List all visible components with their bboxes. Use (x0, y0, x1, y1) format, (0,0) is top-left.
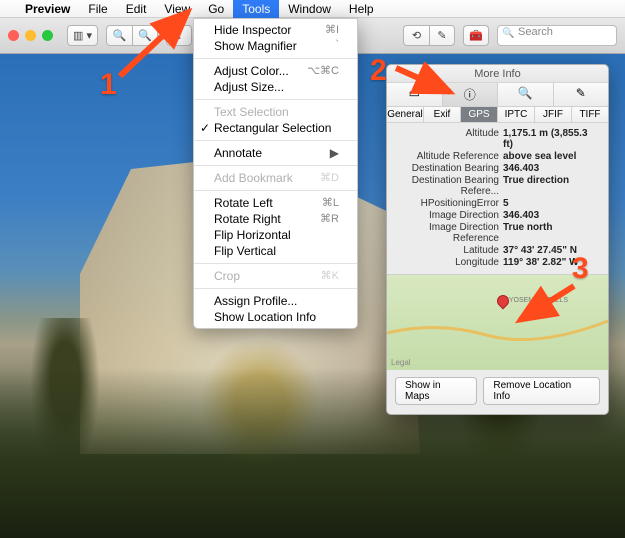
annotation-number-2: 2 (370, 54, 387, 88)
tab-exif[interactable]: Exif (424, 107, 461, 122)
zoom-in-button[interactable]: 🔍 (132, 25, 158, 46)
map-legal-link[interactable]: Legal (391, 358, 411, 367)
inspector-seg-info-icon[interactable]: ⓘ (443, 83, 499, 106)
minimize-window-button[interactable] (25, 30, 36, 41)
toolbox-button[interactable]: 🧰 (463, 25, 489, 46)
menu-hide-inspector[interactable]: Hide Inspector⌘I (194, 22, 357, 38)
rotate-button[interactable]: ⟲ (403, 25, 429, 46)
inspector-seg-edit-icon[interactable]: ✎ (554, 83, 609, 106)
annotation-number-3: 3 (572, 252, 589, 286)
share-button[interactable]: ⇪ (166, 25, 192, 46)
menu-window[interactable]: Window (279, 0, 340, 18)
menu-rectangular-selection[interactable]: Rectangular Selection (194, 120, 357, 136)
window-controls (8, 30, 53, 41)
search-input[interactable]: Search (497, 25, 617, 46)
menu-view[interactable]: View (155, 0, 199, 18)
inspector-seg-general-icon[interactable]: ▭ (387, 83, 443, 106)
menu-flip-vertical[interactable]: Flip Vertical (194, 243, 357, 259)
menu-show-location-info[interactable]: Show Location Info (194, 309, 357, 325)
menu-adjust-color[interactable]: Adjust Color...⌥⌘C (194, 63, 357, 79)
menu-annotate[interactable]: Annotate▶ (194, 145, 357, 161)
menu-add-bookmark: Add Bookmark⌘D (194, 170, 357, 186)
menu-help[interactable]: Help (340, 0, 383, 18)
remove-location-info-button[interactable]: Remove Location Info (483, 377, 600, 405)
map-place-label: YOSEMITE FALLS (509, 297, 568, 304)
zoom-group: 🔍 🔍 (106, 25, 158, 46)
menu-show-magnifier[interactable]: Show Magnifier` (194, 38, 357, 54)
menu-flip-horizontal[interactable]: Flip Horizontal (194, 227, 357, 243)
tab-jfif[interactable]: JFIF (535, 107, 572, 122)
tab-general[interactable]: General (387, 107, 424, 122)
inspector-seg-search-icon[interactable]: 🔍 (498, 83, 554, 106)
menu-tools[interactable]: Tools (233, 0, 279, 18)
close-window-button[interactable] (8, 30, 19, 41)
menu-rotate-right[interactable]: Rotate Right⌘R (194, 211, 357, 227)
inspector-tabs: General Exif GPS IPTC JFIF TIFF (387, 107, 608, 123)
markup-button[interactable]: ✎ (429, 25, 455, 46)
inspector-map[interactable]: YOSEMITE FALLS Legal (387, 274, 608, 370)
menu-crop: Crop⌘K (194, 268, 357, 284)
zoom-out-button[interactable]: 🔍 (106, 25, 132, 46)
rotate-group: ⟲ ✎ (403, 25, 455, 46)
menu-assign-profile[interactable]: Assign Profile... (194, 293, 357, 309)
tab-tiff[interactable]: TIFF (572, 107, 608, 122)
inspector-panel: More Info ▭ ⓘ 🔍 ✎ General Exif GPS IPTC … (386, 64, 609, 415)
menu-adjust-size[interactable]: Adjust Size... (194, 79, 357, 95)
tab-iptc[interactable]: IPTC (498, 107, 535, 122)
tab-gps[interactable]: GPS (461, 107, 498, 122)
menu-bar: Preview File Edit View Go Tools Window H… (0, 0, 625, 18)
menu-rotate-left[interactable]: Rotate Left⌘L (194, 195, 357, 211)
inspector-mode-segments: ▭ ⓘ 🔍 ✎ (387, 83, 608, 107)
menu-file[interactable]: File (79, 0, 116, 18)
show-in-maps-button[interactable]: Show in Maps (395, 377, 477, 405)
annotation-number-1: 1 (100, 68, 117, 102)
inspector-title: More Info (387, 65, 608, 83)
app-menu[interactable]: Preview (16, 0, 79, 18)
sidebar-view-button[interactable]: ▥ ▾ (67, 25, 98, 46)
menu-edit[interactable]: Edit (117, 0, 156, 18)
fullscreen-window-button[interactable] (42, 30, 53, 41)
menu-go[interactable]: Go (199, 0, 233, 18)
menu-text-selection: Text Selection (194, 104, 357, 120)
tools-menu-dropdown: Hide Inspector⌘I Show Magnifier` Adjust … (193, 18, 358, 329)
